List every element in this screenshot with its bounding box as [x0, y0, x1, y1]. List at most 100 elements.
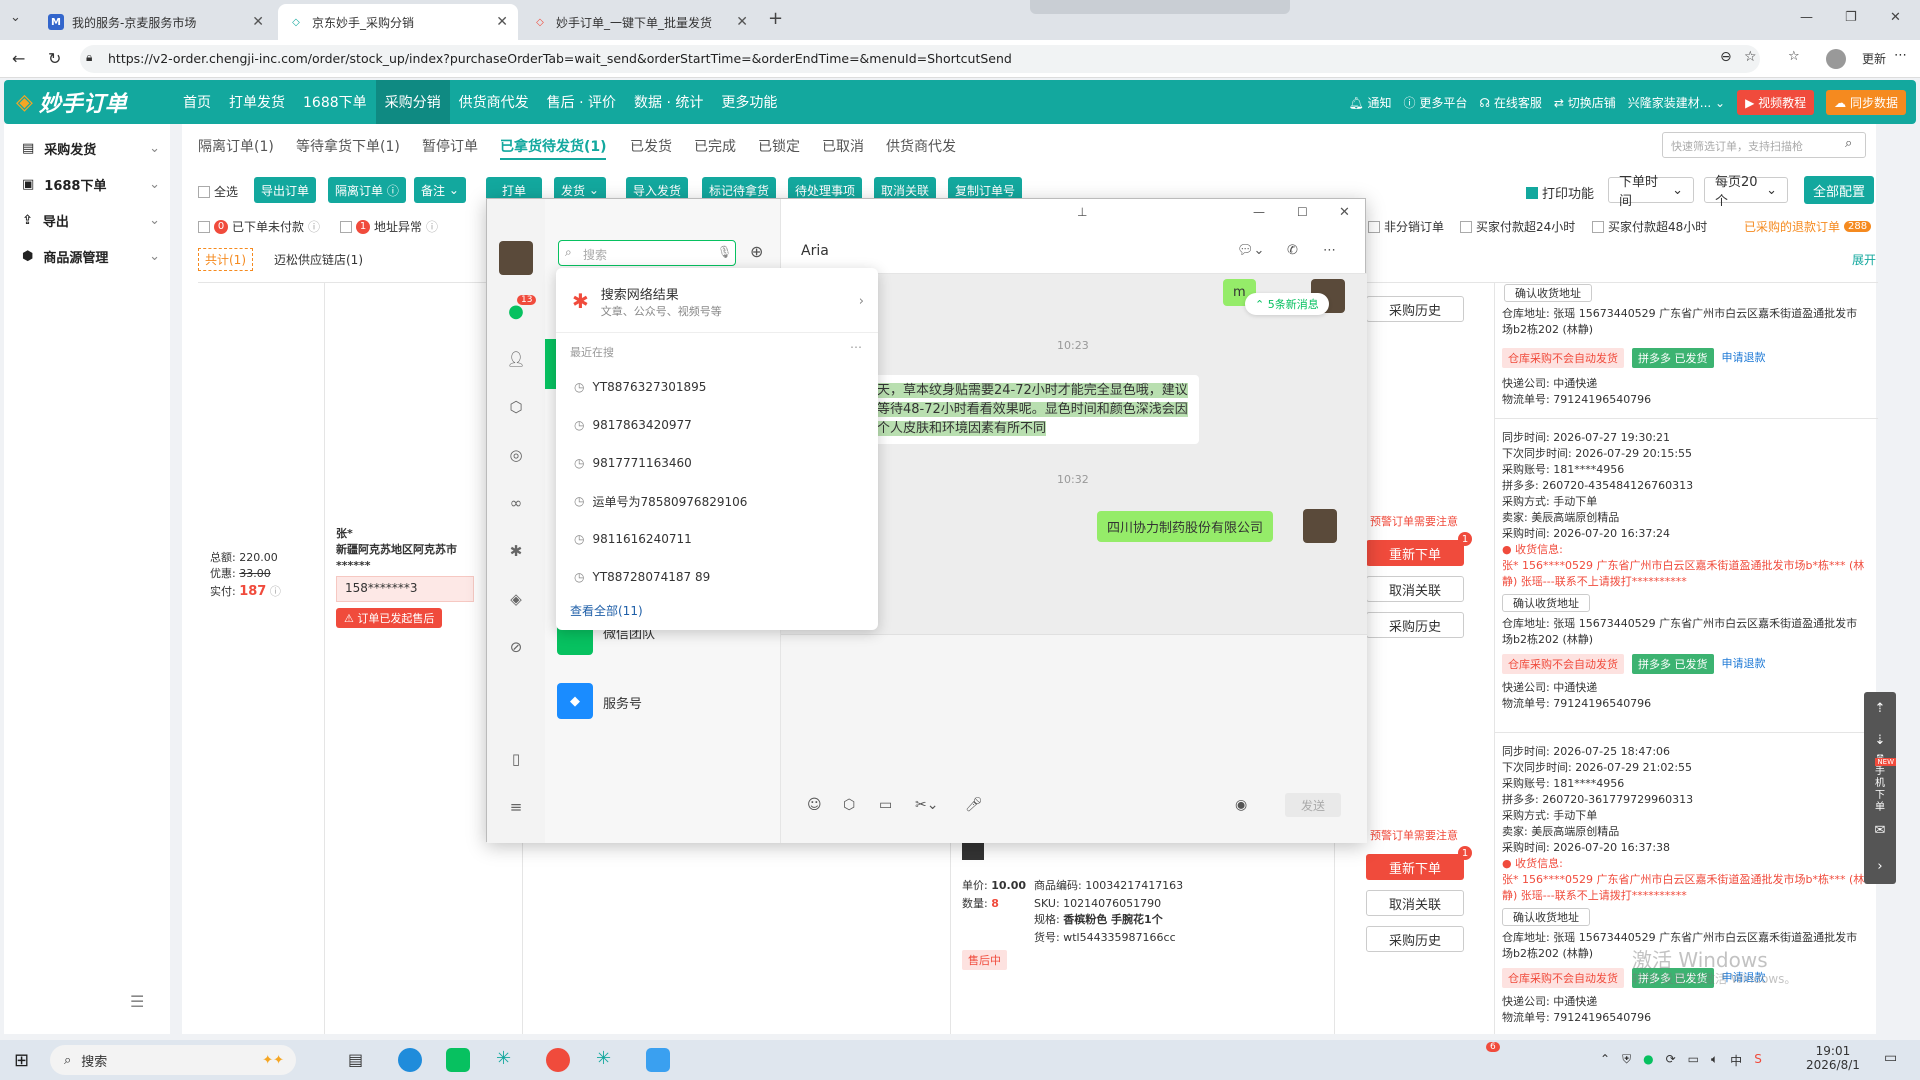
store-selector[interactable]: 兴隆家装建材... ⌄ [1628, 94, 1725, 111]
service-account-icon[interactable]: ◆ [557, 683, 593, 719]
recent-item[interactable]: ◷ 9811616240711 [556, 520, 878, 558]
tab-isolated[interactable]: 隔离订单(1) [198, 136, 274, 156]
miniapp-icon[interactable]: ◈ [506, 589, 526, 609]
nav-print-ship[interactable]: 打单发货 [220, 80, 294, 124]
recent-item[interactable]: ◷ YT8876327301895 [556, 368, 878, 406]
tab-paused[interactable]: 暂停订单 [422, 136, 478, 156]
voice-call-icon[interactable]: ◉ [1235, 797, 1247, 813]
app-icon[interactable]: ✳ [496, 1048, 511, 1069]
app-icon[interactable] [546, 1048, 570, 1072]
refresh-icon[interactable]: ↻ [48, 49, 61, 68]
my-avatar[interactable] [1303, 509, 1337, 543]
pin-icon[interactable]: ⊥ [1077, 205, 1087, 219]
chevron-right-icon[interactable]: › [1864, 848, 1896, 884]
cancel-link-button[interactable]: 取消关联 [1366, 890, 1464, 916]
reorder-button[interactable]: 重新下单 [1366, 540, 1464, 566]
sidebar-item-goods-source[interactable]: ⬢ 商品源管理 ⌄ [4, 238, 170, 274]
nav-more[interactable]: 更多功能 [712, 80, 786, 124]
send-button[interactable]: 发送 [1285, 793, 1341, 817]
nav-aftersale[interactable]: 售后 · 评价 [538, 80, 625, 124]
incoming-message[interactable]: 天，草本纹身贴需要24-72小时才能完全显色哦，建议等待48-72小时看看效果呢… [867, 375, 1199, 444]
nav-supplier-ship[interactable]: 供货商代发 [450, 80, 538, 124]
print-function-toggle[interactable]: 打印功能 [1526, 183, 1594, 202]
expand-link[interactable]: 展开 [1852, 251, 1876, 268]
select-all[interactable]: 全选 [198, 183, 238, 200]
channels-icon[interactable]: ∞ [506, 493, 526, 513]
taskbar-search[interactable]: ⌕ 搜索 ✦✦ [50, 1045, 296, 1075]
view-all-link[interactable]: 查看全部(11) [570, 602, 643, 619]
search-icon[interactable]: ⌕ [1845, 136, 1852, 151]
mic-icon[interactable]: 🎤︎ [965, 797, 983, 813]
purchase-history-button[interactable]: 采购历史 [1366, 296, 1464, 322]
maximize-icon[interactable]: ☐ [1297, 205, 1308, 219]
restore-icon[interactable]: ❐ [1845, 10, 1857, 25]
collapse-sidebar-icon[interactable]: ☰ [130, 992, 144, 1011]
task-view-icon[interactable]: ▤ [348, 1050, 363, 1069]
tab-completed[interactable]: 已完成 [694, 136, 736, 156]
nav-data[interactable]: 数据 · 统计 [625, 80, 712, 124]
refund-link[interactable]: 申请退款 [1722, 350, 1766, 366]
contacts-icon[interactable]: 👤︎ [506, 349, 526, 369]
close-icon[interactable]: ✕ [1339, 205, 1350, 220]
close-tab-icon[interactable]: ✕ [736, 14, 748, 30]
chat-search-input[interactable]: ⌕ 搜索 🎙︎ [558, 240, 736, 266]
scissors-icon[interactable]: ✂⌄ [915, 797, 938, 813]
sync-data-button[interactable]: ☁ 同步数据 [1826, 89, 1906, 115]
purchase-history-button[interactable]: 采购历史 [1366, 926, 1464, 952]
phone-order-button[interactable]: NEW📱︎手机下单 [1864, 755, 1896, 813]
sidebar-item-1688[interactable]: ▣ 1688下单 ⌄ [4, 166, 170, 202]
order-time-select[interactable]: 下单时间 ⌄ [1608, 175, 1694, 209]
call-icon[interactable]: ✆ [1287, 243, 1298, 258]
store-total[interactable]: 共计(1) [198, 248, 253, 271]
emoji-icon[interactable]: ☺ [807, 797, 822, 813]
export-orders-button[interactable]: 导出订单 [254, 177, 317, 203]
mail-icon[interactable]: ✉ [1864, 812, 1896, 848]
new-tab-button[interactable]: + [768, 8, 783, 29]
browser-tab-1[interactable]: M 我的服务-京麦服务市场 ✕ [38, 4, 274, 40]
service-account-name[interactable]: 服务号 [603, 693, 642, 712]
system-tray[interactable]: ⌃ ⛨ ● ⟳ ▭ 🔈︎ 中 S [1600, 1052, 1762, 1069]
clock[interactable]: 19:01 2026/8/1 [1806, 1044, 1860, 1072]
checked-checkbox[interactable] [1526, 186, 1538, 199]
close-window-icon[interactable]: ✕ [1890, 10, 1901, 25]
checkbox[interactable] [1368, 220, 1380, 233]
refund-link[interactable]: 申请退款 [1722, 656, 1766, 672]
switch-store-link[interactable]: ⇄ 切换店铺 [1554, 94, 1616, 111]
tab-cancelled[interactable]: 已取消 [822, 136, 864, 156]
app-icon[interactable] [646, 1048, 670, 1072]
windows-start-icon[interactable]: ⊞ [14, 1050, 29, 1071]
folder-icon[interactable]: ▭ [879, 797, 892, 813]
scroll-bottom-icon[interactable]: ⇣ [1864, 724, 1896, 756]
moments-icon[interactable]: ◎ [506, 445, 526, 465]
wechat-icon[interactable] [446, 1048, 470, 1072]
chat-bubble-icon[interactable]: 💬︎⌄ [1237, 243, 1264, 258]
isolate-orders-button[interactable]: 隔离订单 ⓘ [328, 177, 406, 203]
minimize-icon[interactable]: — [1253, 205, 1265, 219]
collections-icon[interactable]: ☆ [1788, 49, 1800, 64]
buyer-phone[interactable]: 158*******3 [336, 576, 474, 602]
minimize-icon[interactable]: — [1800, 10, 1813, 25]
back-icon[interactable]: ← [12, 49, 25, 68]
more-icon[interactable]: ⋯ [1894, 48, 1907, 63]
nav-purchase-dist[interactable]: 采购分销 [375, 80, 450, 124]
checkbox[interactable] [340, 220, 352, 233]
recent-item[interactable]: ◷ 运单号为78580976829106 [556, 482, 878, 520]
filter-pay48[interactable]: 买家付款超48小时 [1592, 218, 1707, 235]
favorite-star-icon[interactable]: ☆ [1744, 49, 1757, 65]
reorder-button[interactable]: 重新下单 [1366, 854, 1464, 880]
update-button[interactable]: 更新 [1862, 50, 1886, 67]
platforms-link[interactable]: ⓘ 更多平台 [1404, 94, 1468, 111]
store-name[interactable]: 迈松供应链店(1) [274, 251, 363, 268]
notification-icon[interactable]: ▭ [1884, 1050, 1897, 1066]
url-field[interactable]: 🔒︎ https://v2-order.chengji-inc.com/orde… [80, 45, 1760, 73]
support-link[interactable]: ☊ 在线客服 [1479, 94, 1542, 111]
add-icon[interactable]: ⊕ [750, 242, 763, 261]
zoom-icon[interactable]: ⊖ [1720, 49, 1732, 65]
remark-button[interactable]: 备注 ⌄ [414, 177, 466, 203]
select-all-checkbox[interactable] [198, 185, 210, 198]
scroll-top-icon[interactable]: ⇡ [1864, 692, 1896, 724]
my-avatar[interactable] [499, 241, 533, 275]
nav-1688-order[interactable]: 1688下单 [294, 80, 376, 124]
cube-icon[interactable]: ⬡ [506, 397, 526, 417]
purchase-history-button[interactable]: 采购历史 [1366, 612, 1464, 638]
